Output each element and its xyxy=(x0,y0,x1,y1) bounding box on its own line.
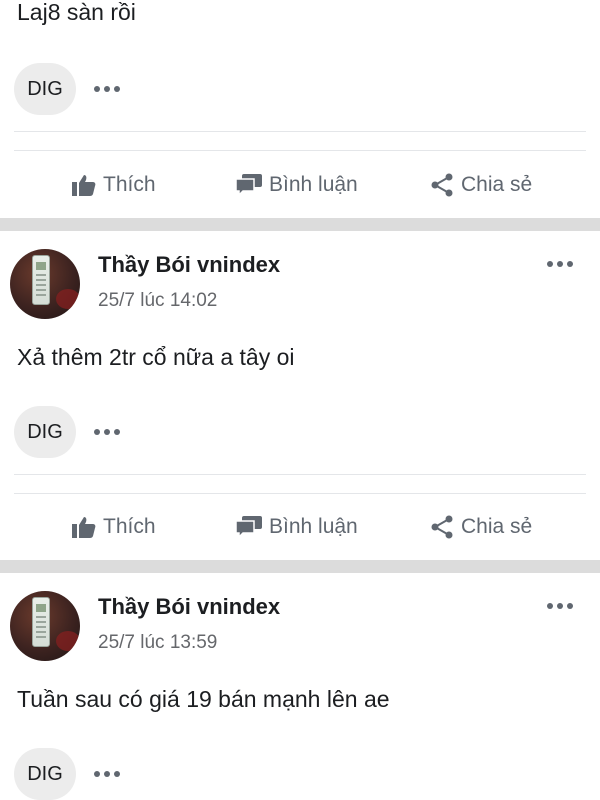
post-header: Thầy Bói vnindex 25/7 lúc 14:02 xyxy=(0,231,600,321)
share-label: Chia sẻ xyxy=(461,515,533,538)
thumbs-up-icon xyxy=(72,517,96,538)
post-1: Laj8 sàn rồi DIG Thích Bình luận Chia sẻ xyxy=(0,0,600,218)
more-dots-icon[interactable] xyxy=(544,256,576,272)
timestamp[interactable]: 25/7 lúc 13:59 xyxy=(98,632,217,654)
post-2: Thầy Bói vnindex 25/7 lúc 14:02 Xả thêm … xyxy=(0,231,600,560)
reaction-badge[interactable]: DIG xyxy=(14,748,76,800)
author-name[interactable]: Thầy Bói vnindex xyxy=(98,594,280,620)
timestamp[interactable]: 25/7 lúc 14:02 xyxy=(98,290,217,312)
more-dots-icon[interactable] xyxy=(94,86,120,92)
like-label: Thích xyxy=(103,515,156,538)
comment-button[interactable]: Bình luận xyxy=(236,173,358,197)
share-label: Chia sẻ xyxy=(461,173,533,196)
more-dots-icon[interactable] xyxy=(94,771,120,777)
share-icon xyxy=(431,515,453,539)
comment-label: Bình luận xyxy=(269,173,358,196)
share-icon xyxy=(431,173,453,197)
like-button[interactable]: Thích xyxy=(72,173,156,197)
more-dots-icon[interactable] xyxy=(544,598,576,614)
share-button[interactable]: Chia sẻ xyxy=(430,173,532,197)
comment-icon xyxy=(236,174,262,196)
comment-button[interactable]: Bình luận xyxy=(236,515,358,539)
divider xyxy=(14,150,586,151)
post-separator xyxy=(0,218,600,231)
post-text: Laj8 sàn rồi xyxy=(17,0,136,25)
reaction-row: DIG xyxy=(14,748,120,800)
action-bar: Thích Bình luận Chia sẻ xyxy=(0,163,600,207)
reaction-badge[interactable]: DIG xyxy=(14,63,76,115)
comment-label: Bình luận xyxy=(269,515,358,538)
reaction-badge[interactable]: DIG xyxy=(14,406,76,458)
post-3: Thầy Bói vnindex 25/7 lúc 13:59 Tuần sau… xyxy=(0,573,600,800)
divider xyxy=(14,131,586,132)
thumbs-up-icon xyxy=(72,175,96,196)
action-bar: Thích Bình luận Chia sẻ xyxy=(0,505,600,549)
post-separator xyxy=(0,560,600,573)
more-dots-icon[interactable] xyxy=(94,429,120,435)
reaction-row: DIG xyxy=(14,63,120,115)
post-text: Tuần sau có giá 19 bán mạnh lên ae xyxy=(17,686,390,712)
like-button[interactable]: Thích xyxy=(72,515,156,539)
share-button[interactable]: Chia sẻ xyxy=(430,515,532,539)
avatar[interactable] xyxy=(10,591,80,661)
post-text: Xả thêm 2tr cổ nữa a tây oi xyxy=(17,344,295,370)
like-label: Thích xyxy=(103,173,156,196)
author-name[interactable]: Thầy Bói vnindex xyxy=(98,252,280,278)
avatar[interactable] xyxy=(10,249,80,319)
divider xyxy=(14,474,586,475)
divider xyxy=(14,493,586,494)
comment-icon xyxy=(236,516,262,538)
post-header: Thầy Bói vnindex 25/7 lúc 13:59 xyxy=(0,573,600,663)
reaction-row: DIG xyxy=(14,406,120,458)
